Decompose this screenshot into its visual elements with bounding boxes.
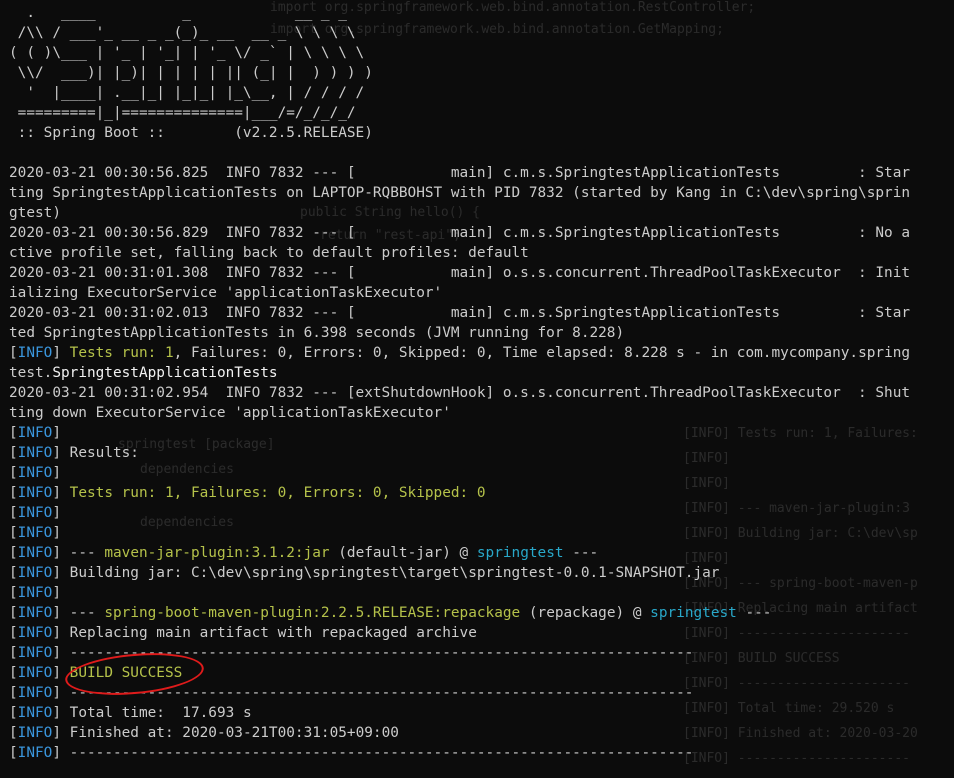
info-separator-line: [INFO] ---------------------------------…: [9, 745, 694, 761]
info-tag: INFO: [17, 505, 53, 521]
info-results-summary-line: [INFO] Tests run: 1, Failures: 0, Errors…: [9, 485, 486, 501]
spring-banner: . ____ _ __ _ _ /\\ / ___'_ __ _ _(_)_ _…: [9, 3, 954, 143]
results-label: Results:: [61, 445, 139, 461]
log-line: 2020-03-21 00:31:02.013 INFO 7832 --- [ …: [9, 305, 911, 321]
info-total-time-line: [INFO] Total time: 17.693 s: [9, 705, 252, 721]
tests-run-prefix: Tests run:: [69, 345, 165, 361]
log-line: ted SpringtestApplicationTests in 6.398 …: [9, 325, 625, 341]
info-tag: INFO: [17, 425, 53, 441]
project-name: springtest: [476, 545, 564, 561]
info-building-jar-line: [INFO] Building jar: C:\dev\spring\sprin…: [9, 565, 720, 581]
log-line: 2020-03-21 00:31:01.308 INFO 7832 --- [ …: [9, 265, 911, 281]
log-line: 2020-03-21 00:31:02.954 INFO 7832 --- [e…: [9, 385, 911, 401]
info-separator-line: [INFO] ---------------------------------…: [9, 685, 694, 701]
info-tag: INFO: [17, 745, 53, 761]
banner-version-line: :: Spring Boot :: (v2.2.5.RELEASE): [9, 125, 373, 141]
info-tag: INFO: [17, 665, 53, 681]
info-line: [INFO]: [9, 425, 61, 441]
info-line: [INFO]: [9, 505, 61, 521]
info-line: [INFO]: [9, 585, 61, 601]
separator: ----------------------------------------…: [61, 645, 694, 661]
tests-run-line-cont: test.SpringtestApplicationTests: [9, 363, 954, 383]
info-tag: INFO: [17, 585, 53, 601]
log-line: 2020-03-21 00:30:56.829 INFO 7832 --- [ …: [9, 225, 911, 241]
info-tag: INFO: [17, 465, 53, 481]
info-tag: INFO: [17, 565, 53, 581]
tests-run-line: [INFO] Tests run: 1, Failures: 0, Errors…: [9, 345, 911, 361]
info-separator-line: [INFO] ---------------------------------…: [9, 645, 694, 661]
info-tag: INFO: [17, 625, 53, 641]
total-time: Total time: 17.693 s: [61, 705, 252, 721]
info-tag: INFO: [17, 485, 53, 501]
info-tag: INFO: [17, 725, 53, 741]
info-tag: INFO: [17, 645, 53, 661]
log-line: 2020-03-21 00:30:56.825 INFO 7832 --- [ …: [9, 165, 911, 181]
jar-plugin-name: maven-jar-plugin:3.1.2:jar: [104, 545, 330, 561]
replacing-text: Replacing main artifact with repackaged …: [61, 625, 477, 641]
info-tag: INFO: [17, 685, 53, 701]
banner-line: ( ( )\___ | '_ | '_| | '_ \/ _` | \ \ \ …: [9, 45, 365, 61]
plugin-goal: (repackage) @: [520, 605, 651, 621]
build-success: BUILD SUCCESS: [61, 665, 183, 681]
plugin-dashes: ---: [61, 605, 105, 621]
info-build-success-line: [INFO] BUILD SUCCESS: [9, 665, 183, 681]
log-line: ctive profile set, falling back to defau…: [9, 245, 529, 261]
log-line: ializing ExecutorService 'applicationTas…: [9, 285, 443, 301]
banner-line: . ____ _ __ _ _: [9, 5, 347, 21]
info-boot-plugin-line: [INFO] --- spring-boot-maven-plugin:2.2.…: [9, 605, 772, 621]
banner-line: =========|_|==============|___/=/_/_/_/: [9, 105, 356, 121]
project-name: springtest: [650, 605, 737, 621]
info-line: [INFO]: [9, 525, 61, 541]
info-replacing-line: [INFO] Replacing main artifact with repa…: [9, 625, 477, 641]
banner-line: /\\ / ___'_ __ _ _(_)_ __ __ _ \ \ \ \: [9, 25, 356, 41]
separator: ----------------------------------------…: [61, 745, 694, 761]
log-line: gtest): [9, 205, 61, 221]
info-tag: INFO: [17, 545, 53, 561]
building-jar-text: Building jar: C:\dev\spring\springtest\t…: [61, 565, 720, 581]
terminal-output[interactable]: . ____ _ __ _ _ /\\ / ___'_ __ _ _(_)_ _…: [0, 0, 954, 778]
plugin-dashes: ---: [736, 605, 772, 621]
info-results-line: [INFO] Results:: [9, 445, 139, 461]
log-line: ting SpringtestApplicationTests on LAPTO…: [9, 185, 911, 201]
boot-plugin-name: spring-boot-maven-plugin:2.2.5.RELEASE:r…: [104, 605, 521, 621]
info-tag: INFO: [17, 605, 53, 621]
info-finished-at-line: [INFO] Finished at: 2020-03-21T00:31:05+…: [9, 725, 399, 741]
separator: ----------------------------------------…: [61, 685, 694, 701]
banner-line: \\/ ___)| |_)| | | | | || (_| | ) ) ) ): [9, 65, 373, 81]
info-jar-plugin-line: [INFO] --- maven-jar-plugin:3.1.2:jar (d…: [9, 545, 599, 561]
info-line: [INFO]: [9, 465, 61, 481]
info-tag: INFO: [17, 705, 53, 721]
banner-line: ' |____| .__|_| |_|_| |_\__, | / / / /: [9, 85, 365, 101]
finished-at: Finished at: 2020-03-21T00:31:05+09:00: [61, 725, 399, 741]
tests-run-package: test.: [9, 365, 53, 381]
info-tag: INFO: [17, 445, 53, 461]
tests-run-detail: , Failures: 0, Errors: 0, Skipped: 0, Ti…: [173, 345, 911, 361]
plugin-goal: (default-jar) @: [329, 545, 477, 561]
plugin-dashes: ---: [563, 545, 599, 561]
info-tag: INFO: [17, 525, 53, 541]
plugin-dashes: ---: [61, 545, 105, 561]
results-summary: Tests run: 1, Failures: 0, Errors: 0, Sk…: [61, 485, 486, 501]
tests-run-count: 1: [164, 345, 174, 361]
log-line: ting down ExecutorService 'applicationTa…: [9, 405, 451, 421]
tests-run-class: SpringtestApplicationTests: [52, 365, 278, 381]
info-tag: INFO: [17, 345, 53, 361]
